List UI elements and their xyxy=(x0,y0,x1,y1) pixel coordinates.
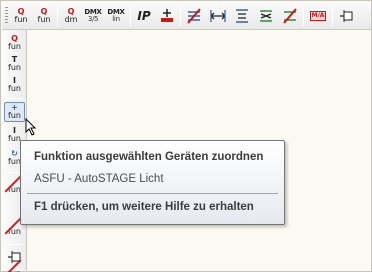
tooltip-description: ASFU - AutoSTAGE Licht xyxy=(34,173,164,185)
button-word: fun xyxy=(8,227,21,236)
side-toolbar-pin-button[interactable] xyxy=(4,247,25,267)
button-word: 3/5 xyxy=(87,15,99,23)
ip-label: IP xyxy=(137,9,151,23)
expand-horizontal-button[interactable] xyxy=(207,5,229,27)
add-cross-button[interactable] xyxy=(156,5,178,27)
expand-horizontal-icon xyxy=(210,10,226,22)
dm-button[interactable]: Q dm xyxy=(60,5,82,27)
button-word: fun xyxy=(14,15,28,24)
side-fun-button-3[interactable]: I fun xyxy=(4,75,25,95)
fun-q-button-1[interactable]: Q fun xyxy=(10,5,32,27)
button-word: fun xyxy=(8,111,21,120)
tooltip-help-hint: F1 drücken, um weitere Hilfe zu erhalten xyxy=(34,201,254,213)
strike-line-icon xyxy=(187,8,201,24)
ma-label: M/A xyxy=(309,11,327,21)
toolbar-separator xyxy=(180,6,181,26)
dmx-35-button[interactable]: DMX 3/5 xyxy=(82,5,104,27)
expand-vertical-button[interactable] xyxy=(231,5,253,27)
button-word: fun xyxy=(8,42,21,51)
side-fun-button-1[interactable]: Q fun xyxy=(4,33,25,53)
button-word: fun xyxy=(8,63,21,72)
add-cross-icon xyxy=(161,9,173,22)
dmx-lin-button[interactable]: DMX lin xyxy=(105,5,127,27)
expand-vertical-icon xyxy=(236,9,248,23)
toolbar-pin-button[interactable] xyxy=(336,5,358,27)
toolbar-separator xyxy=(130,6,131,26)
toolbar-separator xyxy=(57,6,58,26)
swap-icon xyxy=(260,10,272,22)
fun-q-button-2[interactable]: Q fun xyxy=(33,5,55,27)
toolbar-separator xyxy=(332,6,333,26)
toolbar-pin-icon xyxy=(340,10,353,22)
toolbar-pin-icon xyxy=(7,251,20,263)
window-frame: Q fun Q fun Q dm DMX 3/5 DMX lin IP M/A … xyxy=(0,0,372,272)
strike-diagonal-button[interactable] xyxy=(279,5,301,27)
button-word: fun xyxy=(8,84,21,93)
strike-diagonal-icon xyxy=(283,8,297,24)
button-word: dm xyxy=(64,15,78,24)
ip-button[interactable]: IP xyxy=(133,5,155,27)
tooltip-divider xyxy=(27,193,278,194)
toolbar-separator xyxy=(6,244,23,245)
ma-button[interactable]: M/A xyxy=(307,5,329,27)
toolbar-separator xyxy=(303,6,304,26)
swap-button[interactable] xyxy=(255,5,277,27)
tooltip: Funktion ausgewählten Geräten zuordnen A… xyxy=(20,140,285,225)
toolbar-separator xyxy=(6,98,23,99)
button-word: lin xyxy=(112,15,120,23)
button-word: fun xyxy=(37,15,51,24)
tooltip-title: Funktion ausgewählten Geräten zuordnen xyxy=(34,151,264,163)
side-fun-button-2[interactable]: T fun xyxy=(4,54,25,74)
toolbar-grip[interactable] xyxy=(5,7,8,25)
top-toolbar: Q fun Q fun Q dm DMX 3/5 DMX lin IP M/A xyxy=(2,2,371,30)
mouse-cursor-icon xyxy=(25,118,37,136)
assign-function-button[interactable]: + fun xyxy=(4,102,25,122)
strike-line-button[interactable] xyxy=(183,5,205,27)
